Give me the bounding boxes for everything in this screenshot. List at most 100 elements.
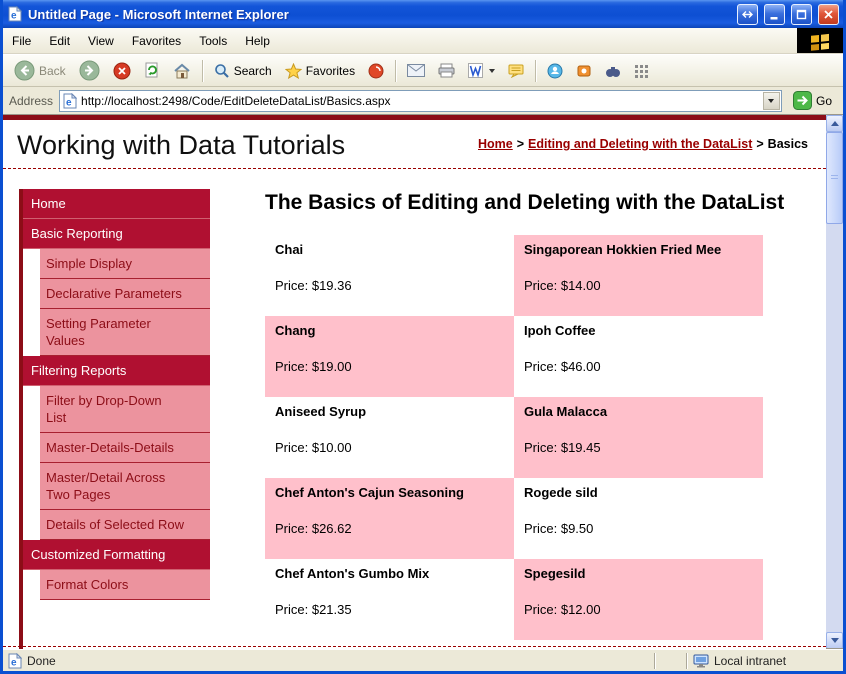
- binoculars-icon: [606, 66, 621, 77]
- product-price: Price: $19.45: [524, 440, 601, 456]
- refresh-icon: [145, 62, 158, 78]
- sidebar-item-setting-parameter-values[interactable]: Setting Parameter Values: [40, 309, 210, 356]
- arrow-up-icon: [830, 121, 839, 126]
- sidebar-item-format-colors[interactable]: Format Colors: [40, 570, 210, 600]
- maximize-button[interactable]: [791, 3, 812, 25]
- research-button[interactable]: [600, 61, 626, 81]
- product-name: Chang: [275, 323, 316, 339]
- product-datalist: Chai Price: $19.36 Singaporean Hokkien F…: [265, 235, 826, 641]
- svg-text:e: e: [11, 11, 17, 22]
- snagit-icon: [577, 65, 591, 76]
- web-page: Working with Data Tutorials Home > Editing…: [3, 115, 826, 649]
- page-title: The Basics of Editing and Deleting with …: [265, 191, 785, 214]
- chevron-down-icon: [768, 98, 775, 103]
- go-button[interactable]: Go: [788, 91, 837, 110]
- back-button[interactable]: Back: [9, 57, 71, 84]
- dropdown-caret-icon: [489, 68, 496, 73]
- sidebar-item-declarative-parameters[interactable]: Declarative Parameters: [40, 279, 210, 309]
- breadcrumb-section-link[interactable]: Editing and Deleting with the DataList: [528, 137, 752, 151]
- address-dropdown-button[interactable]: [762, 91, 780, 110]
- breadcrumb-separator: >: [756, 137, 764, 151]
- security-zone: Local intranet: [690, 654, 840, 668]
- media-button[interactable]: [363, 60, 389, 82]
- menu-tools[interactable]: Tools: [190, 28, 236, 53]
- sidebar-item-filter-by-dropdown-list[interactable]: Filter by Drop-Down List: [40, 386, 210, 433]
- sidebar-item-simple-display[interactable]: Simple Display: [40, 249, 210, 279]
- sidebar-item-master-details-details[interactable]: Master-Details-Details: [40, 433, 210, 463]
- sidebar-item-basic-reporting[interactable]: Basic Reporting: [23, 219, 210, 249]
- sidebar-item-customized-formatting[interactable]: Customized Formatting: [23, 540, 210, 570]
- menu-view[interactable]: View: [79, 28, 123, 53]
- breadcrumb-home-link[interactable]: Home: [478, 137, 513, 151]
- standard-toolbar: Back Search Favorites: [3, 54, 843, 87]
- close-icon: [824, 9, 833, 19]
- discuss-icon: [508, 64, 524, 78]
- product-name: Ipoh Coffee: [524, 323, 596, 339]
- home-icon: [174, 63, 190, 78]
- messenger-button[interactable]: [542, 60, 568, 82]
- print-button[interactable]: [433, 60, 460, 81]
- resize-icon: [742, 10, 753, 18]
- favorites-button[interactable]: Favorites: [280, 60, 360, 82]
- local-intranet-icon: [693, 654, 709, 667]
- back-icon: [14, 60, 35, 81]
- product-name: Gula Malacca: [524, 404, 608, 420]
- stop-button[interactable]: [108, 59, 136, 83]
- product-name: Chef Anton's Cajun Seasoning: [275, 485, 464, 501]
- home-button[interactable]: [168, 60, 196, 82]
- page-header: Working with Data Tutorials Home > Editing…: [3, 120, 826, 165]
- refresh-button[interactable]: [139, 59, 165, 82]
- sidebar-item-filtering-reports[interactable]: Filtering Reports: [23, 356, 210, 386]
- sidebar-item-details-of-selected-row[interactable]: Details of Selected Row: [40, 510, 210, 540]
- status-text: Done: [27, 653, 56, 668]
- sidebar-item-master-detail-across-two-pages[interactable]: Master/Detail Across Two Pages: [40, 463, 210, 510]
- mail-icon: [407, 64, 426, 77]
- product-price: Price: $19.36: [275, 278, 352, 294]
- ie-page-icon: e: [7, 6, 23, 22]
- title-bar: e Untitled Page - Microsoft Internet Exp…: [3, 0, 843, 28]
- breadcrumb-separator: >: [516, 137, 525, 151]
- forward-button[interactable]: [74, 57, 105, 84]
- product-price: Price: $19.00: [275, 359, 352, 375]
- scrollbar-thumb[interactable]: [826, 132, 843, 224]
- product-name: Chai: [275, 242, 304, 258]
- product-cell: Gula Malacca Price: $19.45: [514, 397, 763, 479]
- menu-spacer: [279, 28, 797, 53]
- search-button[interactable]: Search: [209, 60, 277, 82]
- status-left: e Done: [6, 652, 652, 669]
- minimize-button[interactable]: [764, 3, 785, 25]
- search-label: Search: [233, 63, 272, 78]
- menu-file[interactable]: File: [3, 28, 40, 53]
- menu-help[interactable]: Help: [236, 28, 279, 53]
- window-resize-button[interactable]: [737, 3, 758, 25]
- mail-button[interactable]: [402, 61, 430, 80]
- go-arrow-icon: [792, 91, 812, 110]
- stop-icon: [113, 62, 131, 79]
- go-label: Go: [815, 93, 832, 108]
- site-title: Working with Data Tutorials: [17, 130, 346, 160]
- close-button[interactable]: [818, 3, 839, 25]
- sidebar-item-home[interactable]: Home: [23, 189, 210, 219]
- page-favicon: e: [63, 92, 78, 108]
- product-name: Singaporean Hokkien Fried Mee: [524, 242, 722, 258]
- snagit-button[interactable]: [571, 60, 597, 82]
- scrollbar-track[interactable]: [826, 132, 843, 632]
- product-cell: Aniseed Syrup Price: $10.00: [265, 397, 514, 478]
- menu-edit[interactable]: Edit: [40, 28, 79, 53]
- scroll-up-button[interactable]: [826, 115, 843, 132]
- breadcrumb-current: Basics: [767, 137, 808, 151]
- menu-favorites[interactable]: Favorites: [123, 28, 190, 53]
- discuss-button[interactable]: [503, 61, 529, 81]
- breadcrumb: Home > Editing and Deleting with the DataL…: [478, 130, 812, 161]
- svg-text:e: e: [66, 97, 72, 108]
- address-input[interactable]: e http://localhost:2498/Code/EditDeleteD…: [59, 89, 782, 112]
- sidebar-nav: Home Basic Reporting Simple Display Decl…: [19, 189, 210, 649]
- edit-with-word-button[interactable]: [463, 60, 500, 81]
- vertical-scrollbar[interactable]: [826, 115, 843, 649]
- status-divider: [654, 652, 656, 669]
- product-name: Rogede sild: [524, 485, 598, 501]
- arrow-down-icon: [830, 638, 839, 643]
- quick-links-button[interactable]: [629, 61, 653, 81]
- scroll-down-button[interactable]: [826, 632, 843, 649]
- product-price: Price: $26.62: [275, 521, 352, 537]
